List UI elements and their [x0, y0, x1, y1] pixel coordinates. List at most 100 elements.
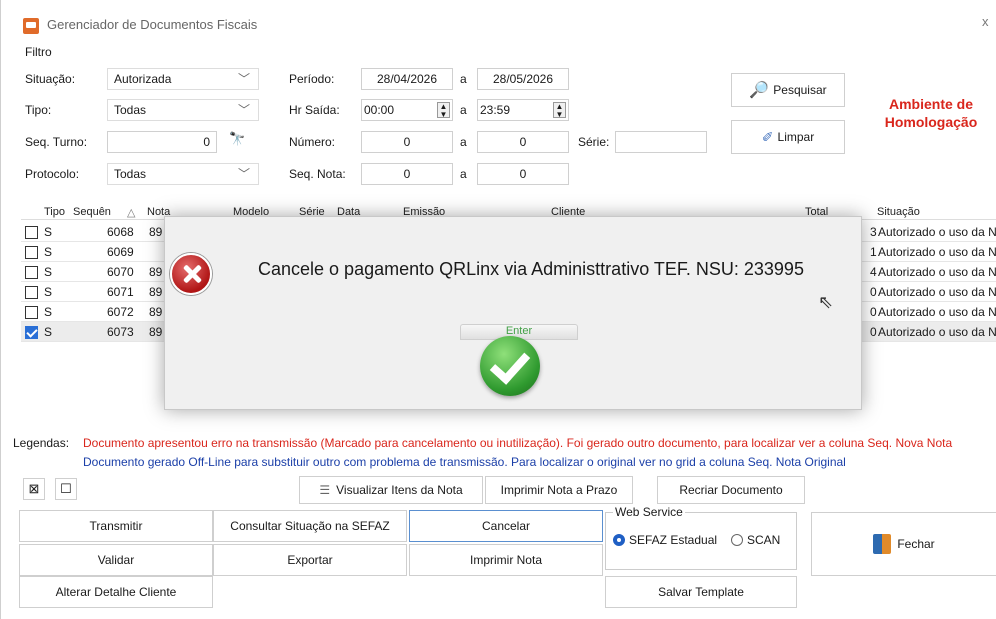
recriar-documento-button[interactable]: Recriar Documento [657, 476, 805, 504]
row-situacao: Autorizado o uso da N [878, 325, 996, 339]
sefaz-estadual-label: SEFAZ Estadual [629, 533, 718, 547]
col-sequencia[interactable]: Sequên [73, 206, 111, 218]
row-situacao: Autorizado o uso da N [878, 285, 996, 299]
row-total: 4 [870, 265, 877, 279]
limpar-button[interactable]: ✐ Limpar [731, 120, 845, 154]
hr-saida-label: Hr Saída: [289, 103, 340, 117]
row-nota: 89 [149, 225, 163, 239]
row-checkbox[interactable] [25, 326, 38, 339]
row-tipo: S [44, 245, 53, 259]
row-sequencia: 6068 [107, 225, 134, 239]
periodo-label: Período: [289, 72, 335, 86]
ok-check-icon[interactable] [480, 336, 540, 396]
cancelar-button[interactable]: Cancelar [409, 510, 603, 542]
protocolo-value: Todas [114, 167, 147, 181]
row-sequencia: 6072 [107, 305, 134, 319]
consultar-sefaz-button[interactable]: Consultar Situação na SEFAZ [213, 510, 407, 542]
row-tipo: S [44, 265, 53, 279]
row-checkbox[interactable] [25, 306, 38, 319]
row-total: 0 [870, 305, 877, 319]
serie-input[interactable] [615, 131, 707, 153]
row-situacao: Autorizado o uso da N [878, 265, 996, 279]
row-sequencia: 6069 [107, 245, 134, 259]
periodo-to-input[interactable]: 28/05/2026 [477, 68, 569, 90]
row-tipo: S [44, 225, 53, 239]
limpar-label: Limpar [777, 130, 815, 144]
ambiente-line1: Ambiente de [888, 96, 973, 112]
row-situacao: Autorizado o uso da N [878, 305, 996, 319]
row-total: 0 [870, 285, 877, 299]
seq-nota-to-input[interactable]: 0 [477, 163, 569, 185]
error-icon [170, 253, 212, 295]
numero-from-input[interactable]: 0 [361, 131, 453, 153]
situacao-value: Autorizada [114, 72, 172, 86]
close-icon[interactable]: x [982, 14, 989, 29]
list-icon: ☰ [319, 483, 331, 497]
check-all-button[interactable]: ⊠ [23, 478, 45, 500]
row-total: 1 [870, 245, 877, 259]
row-checkbox[interactable] [25, 226, 38, 239]
alterar-detalhe-cliente-button[interactable]: Alterar Detalhe Cliente [19, 576, 213, 608]
row-sequencia: 6073 [107, 325, 134, 339]
periodo-from-input[interactable]: 28/04/2026 [361, 68, 453, 90]
imprimir-prazo-button[interactable]: Imprimir Nota a Prazo [485, 476, 633, 504]
protocolo-label: Protocolo: [25, 167, 80, 181]
seq-nota-label: Seq. Nota: [289, 167, 346, 181]
spinner-icon[interactable]: ▲ ▼ [553, 102, 566, 119]
seq-nota-sep: a [460, 167, 467, 181]
col-tipo[interactable]: Tipo [44, 206, 65, 218]
row-situacao: Autorizado o uso da N [878, 225, 996, 239]
row-sequencia: 6070 [107, 265, 134, 279]
protocolo-select[interactable]: Todas ﹀ [107, 163, 259, 185]
numero-sep: a [460, 135, 467, 149]
row-checkbox[interactable] [25, 266, 38, 279]
row-tipo: S [44, 325, 53, 339]
visualizar-itens-button[interactable]: ☰ Visualizar Itens da Nota [299, 476, 483, 504]
row-situacao: Autorizado o uso da N [878, 245, 996, 259]
sort-asc-icon: △ [127, 207, 136, 219]
sefaz-estadual-radio[interactable]: SEFAZ Estadual [613, 533, 717, 547]
exportar-button[interactable]: Exportar [213, 544, 407, 576]
numero-to-input[interactable]: 0 [477, 131, 569, 153]
serie-label: Série: [578, 135, 610, 149]
eraser-icon: ✐ [761, 128, 774, 145]
fechar-button[interactable]: Fechar [811, 512, 996, 576]
row-tipo: S [44, 305, 53, 319]
uncheck-all-button[interactable]: ☐ [55, 478, 77, 500]
periodo-sep: a [460, 72, 467, 86]
col-situacao[interactable]: Situação [877, 206, 920, 218]
spinner-icon[interactable]: ▲ ▼ [437, 102, 450, 119]
situacao-select[interactable]: Autorizada ﹀ [107, 68, 259, 90]
chevron-down-icon: ﹀ [237, 72, 250, 86]
hr-to-input[interactable]: 23:59 ▲ ▼ [477, 99, 569, 121]
scan-radio[interactable]: SCAN [731, 533, 780, 547]
row-nota: 89 [149, 325, 163, 339]
row-checkbox[interactable] [25, 286, 38, 299]
tipo-select[interactable]: Todas ﹀ [107, 99, 259, 121]
seq-nota-from-input[interactable]: 0 [361, 163, 453, 185]
magnifier-icon: 🔎 [749, 82, 770, 99]
numero-label: Número: [289, 135, 336, 149]
exit-door-icon [873, 534, 892, 554]
hr-from-input[interactable]: 00:00 ▲ ▼ [361, 99, 453, 121]
row-checkbox[interactable] [25, 246, 38, 259]
filter-group-label: Filtro [25, 45, 52, 59]
salvar-template-button[interactable]: Salvar Template [605, 576, 797, 608]
chevron-down-icon: ﹀ [237, 167, 250, 181]
imprimir-nota-button[interactable]: Imprimir Nota [409, 544, 603, 576]
transmitir-button[interactable]: Transmitir [19, 510, 213, 542]
binoculars-icon[interactable]: 🔭 [229, 131, 251, 151]
hr-to-value: 23:59 [480, 103, 511, 117]
pesquisar-button[interactable]: 🔎 Pesquisar [731, 73, 845, 107]
row-nota: 89 [149, 305, 163, 319]
mouse-cursor-icon: ⇖ [818, 292, 834, 312]
radio-selected-icon [613, 534, 625, 546]
fechar-label: Fechar [897, 537, 935, 551]
row-tipo: S [44, 285, 53, 299]
validar-button[interactable]: Validar [19, 544, 213, 576]
ambiente-line2: Homologação [884, 114, 978, 130]
tipo-label: Tipo: [25, 103, 52, 117]
row-sequencia: 6071 [107, 285, 134, 299]
seq-turno-input[interactable]: 0 [107, 131, 217, 153]
row-nota: 89 [149, 265, 163, 279]
